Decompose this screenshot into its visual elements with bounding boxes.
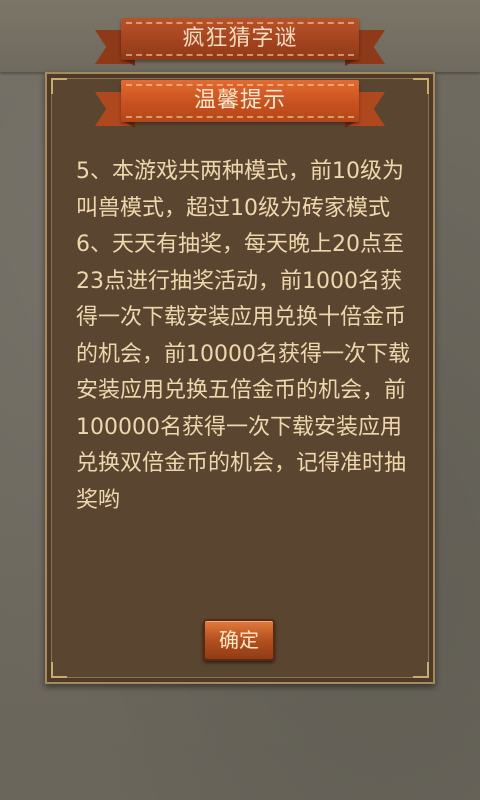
dialog-title-banner: 温馨提示 [95, 80, 385, 128]
dialog-title: 温馨提示 [193, 88, 286, 113]
corner-ornament [413, 662, 429, 678]
dialog-message: 5、本游戏共两种模式，前10级为叫兽模式，超过10级为砖家模式 6、天天有抽奖，… [76, 154, 410, 519]
app-title-banner: 疯狂猜字谜 [95, 18, 385, 66]
tip-paragraph-mode: 5、本游戏共两种模式，前10级为叫兽模式，超过10级为砖家模式 [76, 159, 404, 221]
app-title: 疯狂猜字谜 [182, 26, 298, 51]
corner-ornament [51, 78, 67, 94]
tip-paragraph-lottery: 6、天天有抽奖，每天晚上20点至23点进行抽奖活动，前1000名获得一次下载安装… [76, 232, 410, 513]
corner-ornament [51, 662, 67, 678]
corner-ornament [413, 78, 429, 94]
confirm-button[interactable]: 确定 [203, 619, 275, 661]
